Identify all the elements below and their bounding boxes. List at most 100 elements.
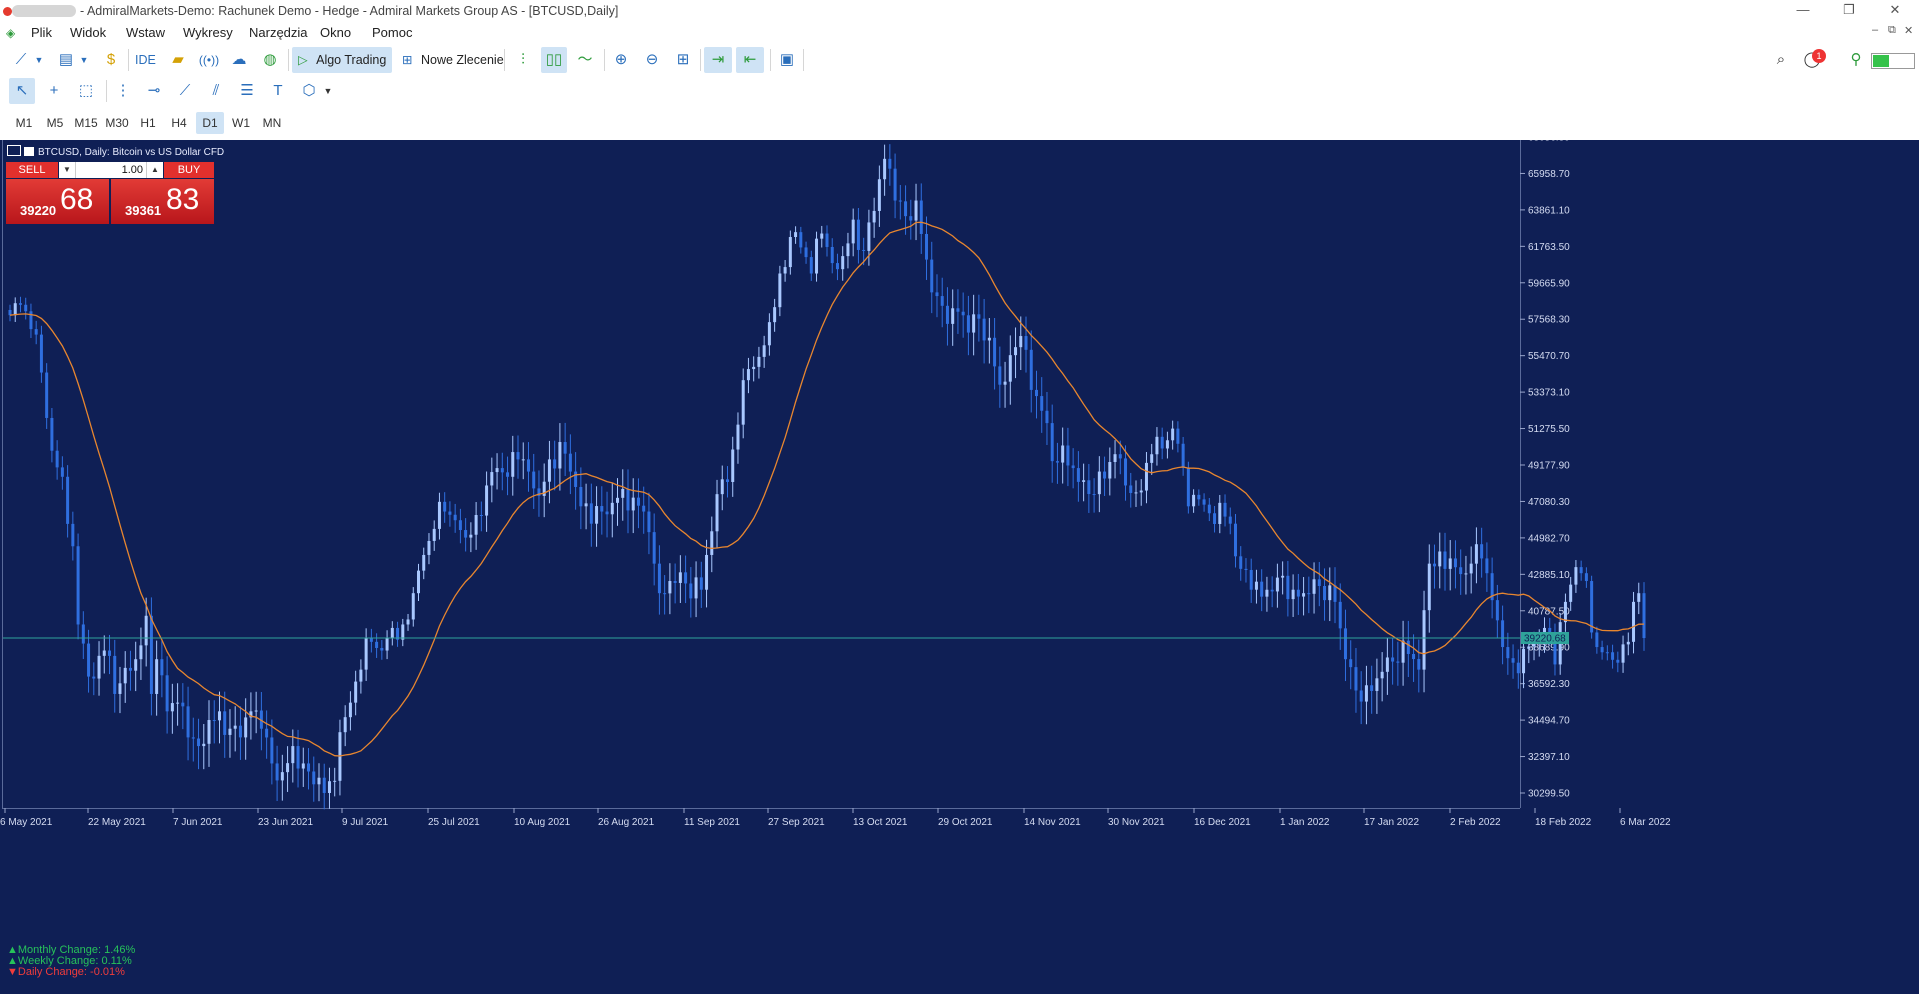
line-chart-type-icon[interactable]: 〜 — [572, 47, 598, 73]
tf-m30[interactable]: M30 — [103, 112, 131, 134]
trendline-icon[interactable]: ⟋ — [172, 78, 198, 104]
chart-window-icon[interactable]: ▤ — [55, 47, 77, 73]
candle-body — [1354, 667, 1358, 691]
volume-decrease-icon[interactable]: ▼ — [59, 162, 76, 178]
algo-trading-button[interactable]: ▷ Algo Trading — [292, 47, 392, 73]
bar-chart-icon[interactable]: ⫶ — [510, 47, 536, 73]
candle-body — [1239, 556, 1243, 569]
auto-scroll-icon[interactable]: ⇥ — [704, 47, 732, 73]
connection-icon[interactable]: ⚲ — [1845, 47, 1867, 73]
mdi-minimize-button[interactable]: – — [1872, 24, 1878, 36]
text-icon[interactable]: T — [265, 78, 291, 104]
mdi-restore-button[interactable]: ⧉ — [1888, 24, 1896, 37]
zoom-in-icon[interactable]: ⊕ — [608, 47, 634, 73]
price-tick-label: 63861.10 — [1528, 205, 1570, 216]
shopping-bag-icon[interactable]: ▰ — [167, 47, 189, 73]
select-area-icon[interactable]: ⬚ — [73, 78, 99, 104]
new-order-button[interactable]: ⊞ Nowe Zlecenie — [400, 47, 504, 73]
candle-body — [1469, 563, 1473, 574]
price-tick-label: 65958.70 — [1528, 169, 1570, 180]
cursor-icon[interactable]: ↖ — [9, 78, 35, 104]
candle-body — [1181, 443, 1185, 468]
candle-body — [118, 683, 122, 694]
daily-change: ▼Daily Change: -0.01% — [7, 966, 125, 978]
chevron-down-icon[interactable]: ▼ — [322, 78, 334, 104]
bid-price-button[interactable]: 39220 68 — [6, 179, 109, 224]
candle-body — [982, 318, 986, 341]
candle-body — [1291, 589, 1295, 600]
candle-body — [1265, 589, 1269, 597]
ask-price-button[interactable]: 39361 83 — [111, 179, 214, 224]
menu-plik[interactable]: Plik — [31, 25, 52, 40]
candle-body — [1464, 573, 1468, 575]
tf-mn[interactable]: MN — [258, 112, 286, 134]
grid-icon[interactable]: ⊞ — [670, 47, 696, 73]
menu-wstaw[interactable]: Wstaw — [126, 25, 165, 40]
signal-icon[interactable]: ((•)) — [197, 47, 221, 73]
time-tick-label: 27 Sep 2021 — [768, 817, 825, 828]
candle-body — [55, 450, 59, 468]
volume-increase-icon[interactable]: ▲ — [146, 162, 163, 178]
tf-m5[interactable]: M5 — [41, 112, 69, 134]
bid-price-small: 39220 — [20, 203, 57, 218]
tf-h1[interactable]: H1 — [134, 112, 162, 134]
time-tick-label: 16 Dec 2021 — [1194, 817, 1251, 828]
shapes-icon[interactable]: ⬡ — [296, 78, 322, 104]
menu-widok[interactable]: Widok — [70, 25, 106, 40]
tf-m15[interactable]: M15 — [72, 112, 100, 134]
globe-icon[interactable]: ◍ — [259, 47, 281, 73]
sell-button[interactable]: SELL — [6, 162, 58, 178]
tf-m1[interactable]: M1 — [10, 112, 38, 134]
candlestick-chart-icon[interactable]: ▯▯ — [541, 47, 567, 73]
chevron-down-icon[interactable]: ▼ — [33, 47, 45, 73]
candle-body — [1008, 355, 1012, 382]
candle-body — [1286, 575, 1290, 600]
candle-body — [809, 257, 813, 274]
mdi-close-button[interactable]: ✕ — [1904, 24, 1913, 37]
chart-symbol-label: BTCUSD, Daily: Bitcoin vs US Dollar CFD — [7, 145, 224, 158]
menu-wykresy[interactable]: Wykresy — [183, 25, 233, 40]
candle-body — [275, 763, 279, 781]
candle-body — [877, 179, 881, 211]
channel-icon[interactable]: ⫽ — [203, 78, 229, 104]
line-chart-icon[interactable]: ⟋ — [10, 47, 32, 73]
candle-body — [312, 771, 316, 785]
chevron-down-icon[interactable]: ▼ — [78, 47, 90, 73]
fibonacci-icon[interactable]: ☰ — [234, 78, 260, 104]
tf-d1[interactable]: D1 — [196, 112, 224, 134]
candle-body — [1270, 589, 1274, 592]
menu-narzedzia[interactable]: Narzędzia — [249, 25, 308, 40]
menu-okno[interactable]: Okno — [320, 25, 351, 40]
candle-body — [956, 308, 960, 312]
candle-body — [1422, 610, 1426, 670]
candle-body — [191, 737, 195, 739]
screenshot-icon[interactable]: ▣ — [774, 47, 800, 73]
volume-stepper[interactable]: ▼ 1.00 ▲ — [59, 162, 163, 178]
chart-shift-icon[interactable]: ⇤ — [736, 47, 764, 73]
crosshair-icon[interactable]: + — [41, 78, 67, 104]
candle-body — [1616, 659, 1620, 663]
vertical-line-icon[interactable]: ⋮ — [110, 78, 136, 104]
search-icon[interactable]: ⌕ — [1770, 47, 1792, 73]
menu-pomoc[interactable]: Pomoc — [372, 25, 412, 40]
buy-button[interactable]: BUY — [164, 162, 214, 178]
restore-button[interactable]: ❐ — [1826, 0, 1872, 22]
cloud-icon[interactable]: ☁ — [228, 47, 250, 73]
candle-body — [642, 505, 646, 512]
horizontal-line-icon[interactable]: ⊸ — [141, 78, 167, 104]
chart-area[interactable]: 68056.30 65958.70 63861.10 61763.50 59665.90… — [0, 140, 1919, 994]
volume-value[interactable]: 1.00 — [77, 162, 143, 178]
tf-h4[interactable]: H4 — [165, 112, 193, 134]
candlestick-chart[interactable]: 68056.30 65958.70 63861.10 61763.50 59665.90… — [0, 140, 1919, 994]
candle-body — [197, 738, 201, 747]
close-button[interactable]: ✕ — [1872, 0, 1918, 22]
dollar-icon[interactable]: $ — [100, 47, 122, 73]
ide-button[interactable]: IDE — [135, 47, 156, 73]
zoom-out-icon[interactable]: ⊖ — [639, 47, 665, 73]
candle-body — [993, 337, 997, 367]
tf-w1[interactable]: W1 — [227, 112, 255, 134]
minimize-button[interactable]: — — [1780, 0, 1826, 22]
time-tick-label: 25 Jul 2021 — [428, 817, 480, 828]
timeframe-toolbar: M1 M5 M15 M30 H1 H4 D1 W1 MN — [0, 109, 1919, 137]
candle-body — [1359, 690, 1363, 702]
